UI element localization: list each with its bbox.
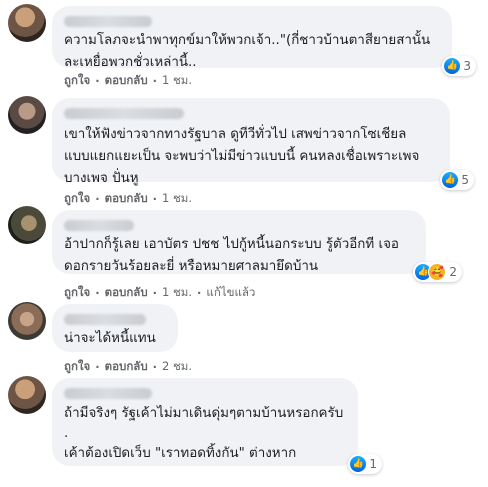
comment-text: ถ้ามีจริงๆ รัฐเค้าไม่มาเดินดุ่มๆตามบ้านห… xyxy=(64,406,344,461)
avatar[interactable] xyxy=(8,302,46,340)
comment-actions: ถูกใจ · ตอบกลับ · 1 ชม. · แก้ไขแล้ว xyxy=(64,284,256,302)
reaction-count: 3 xyxy=(463,59,471,73)
comment-bubble: น่าจะได้หนี้แทน xyxy=(52,304,178,352)
like-reaction-icon: 👍 xyxy=(444,58,461,74)
comment-text: น่าจะได้หนี้แทน xyxy=(64,331,156,346)
comment-text: อ้าปากก็รู้เลย เอาบัตร ปชช ไปกู้หนี้นอกร… xyxy=(64,237,399,274)
comment-bubble: ถ้ามีจริงๆ รัฐเค้าไม่มาเดินดุ่มๆตามบ้านห… xyxy=(52,378,382,474)
like-link[interactable]: ถูกใจ xyxy=(64,190,90,208)
author-name-redacted[interactable] xyxy=(64,388,346,404)
like-reaction-icon: 👍 xyxy=(350,456,367,472)
comment-text: ความโลภจะนำพาทุกข์มาให้พวกเจ้า.."(กี่ชาว… xyxy=(64,33,431,70)
timestamp[interactable]: 1 ชม. xyxy=(162,72,192,90)
reaction-summary[interactable]: 👍 5 xyxy=(440,170,474,190)
avatar[interactable] xyxy=(8,4,46,42)
edited-label[interactable]: แก้ไขแล้ว xyxy=(206,284,255,302)
avatar[interactable] xyxy=(8,206,46,244)
like-link[interactable]: ถูกใจ xyxy=(64,358,90,376)
care-reaction-icon: 🥰 xyxy=(428,263,447,281)
timestamp[interactable]: 1 ชม. xyxy=(162,284,192,302)
reaction-count: 1 xyxy=(369,457,377,471)
reaction-count: 5 xyxy=(461,173,469,187)
reply-link[interactable]: ตอบกลับ xyxy=(105,72,148,90)
reply-link[interactable]: ตอบกลับ xyxy=(105,284,148,302)
like-reaction-icon: 👍 xyxy=(442,172,459,188)
author-name-redacted[interactable] xyxy=(64,108,438,124)
avatar[interactable] xyxy=(8,96,46,134)
comment-actions: ถูกใจ · ตอบกลับ · 1 ชม. xyxy=(64,72,193,90)
comment-bubble: เขาให้ฟังข่าวจากทางรัฐบาล ดูทีวีทั่วไป เ… xyxy=(52,98,474,190)
comment-text: เขาให้ฟังข่าวจากทางรัฐบาล ดูทีวีทั่วไป เ… xyxy=(64,127,420,186)
reaction-summary[interactable]: 👍 🥰 2 xyxy=(413,262,462,282)
reaction-summary[interactable]: 👍 3 xyxy=(442,56,476,76)
avatar[interactable] xyxy=(8,376,46,414)
like-link[interactable]: ถูกใจ xyxy=(64,72,90,90)
timestamp[interactable]: 1 ชม. xyxy=(162,190,192,208)
reaction-count: 2 xyxy=(449,265,457,279)
comment-actions: ถูกใจ · ตอบกลับ · 2 ชม. xyxy=(64,358,193,376)
reply-link[interactable]: ตอบกลับ xyxy=(105,358,148,376)
timestamp[interactable]: 2 ชม. xyxy=(162,358,192,376)
like-link[interactable]: ถูกใจ xyxy=(64,284,90,302)
reaction-summary[interactable]: 👍 1 xyxy=(348,454,382,474)
comment-bubble: ความโลภจะนำพาทุกข์มาให้พวกเจ้า.."(กี่ชาว… xyxy=(52,6,476,76)
reply-link[interactable]: ตอบกลับ xyxy=(105,190,148,208)
comment-bubble: อ้าปากก็รู้เลย เอาบัตร ปชช ไปกู้หนี้นอกร… xyxy=(52,210,462,282)
comment-actions: ถูกใจ · ตอบกลับ · 1 ชม. xyxy=(64,190,193,208)
